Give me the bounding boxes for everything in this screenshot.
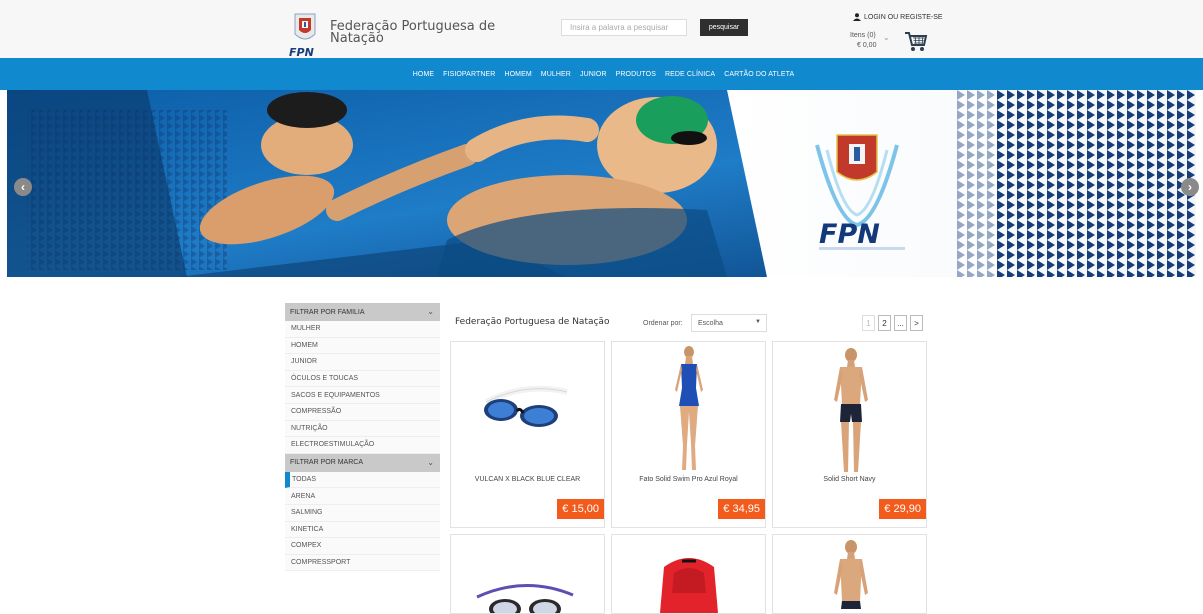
product-card[interactable] (772, 534, 927, 614)
filter-family-item[interactable]: NUTRIÇÃO (285, 420, 440, 438)
page-next-button[interactable]: > (910, 315, 923, 331)
site-title: Federação Portuguesa de Natação (330, 19, 496, 46)
product-name[interactable]: VULCAN X BLACK BLUE CLEAR (451, 476, 604, 483)
sort-label: Ordenar por: (643, 320, 683, 327)
login-link[interactable]: LOGIN OU REGISTE-SE (853, 13, 943, 21)
goggles-icon (476, 583, 574, 613)
chevron-down-icon[interactable]: ⌄ (427, 307, 434, 316)
filter-family-item[interactable]: JUNIOR (285, 354, 440, 371)
user-icon (853, 13, 861, 21)
nav-rede-clinica[interactable]: REDE CLÍNICA (665, 71, 715, 78)
filter-family-header[interactable]: FILTRAR POR FAMILIA ⌄ (285, 303, 440, 321)
product-card[interactable]: Solid Short Navy € 29,90 (772, 341, 927, 528)
sort-select[interactable]: Escolha ▼ (691, 314, 767, 332)
filter-family-item[interactable]: ELECTROESTIMULAÇÃO (285, 437, 440, 454)
goggles-icon (484, 385, 568, 427)
login-label: LOGIN OU REGISTE-SE (864, 13, 943, 21)
slider-prev-button[interactable]: ‹ (14, 178, 32, 196)
pagination: 1 2 ... > (862, 315, 923, 331)
swimsuit-icon (675, 346, 703, 470)
product-price: € 34,95 (718, 499, 765, 519)
hero-image: FPN (7, 90, 1196, 277)
fpn-logo[interactable]: FPN (287, 12, 323, 58)
filter-brand-item[interactable]: KINETICA (285, 521, 440, 539)
filter-brand-item[interactable]: SALMING (285, 504, 440, 522)
filter-brand-header[interactable]: FILTRAR POR MARCA ⌄ (285, 453, 440, 472)
filter-brand-title: FILTRAR POR MARCA (290, 459, 363, 467)
product-card[interactable] (450, 534, 605, 614)
product-card[interactable]: VULCAN X BLACK BLUE CLEAR € 15,00 (450, 341, 605, 528)
filter-brand-item[interactable]: COMPRESSPORT (285, 554, 440, 572)
nav-cartao-atleta[interactable]: CARTÃO DO ATLETA (724, 71, 794, 78)
filter-family-item[interactable]: COMPRESSÃO (285, 403, 440, 421)
chevron-down-icon[interactable]: ⌄ (427, 458, 434, 467)
filter-family-title: FILTRAR POR FAMILIA (290, 308, 365, 316)
search-input[interactable] (561, 19, 687, 36)
fpn-hero-logo-text: FPN (819, 219, 880, 250)
svg-text:FPN: FPN (289, 46, 314, 58)
cart-items: Itens (0) (850, 32, 876, 39)
content-title: Federação Portuguesa de Natação (455, 317, 610, 327)
filter-family-item[interactable]: MULHER (285, 321, 440, 338)
main-nav: HOME FISIOPARTNER HOMEM MULHER JUNIOR PR… (0, 58, 1203, 90)
product-card[interactable] (611, 534, 766, 614)
page-ellipsis-button[interactable]: ... (894, 315, 907, 331)
chevron-down-icon[interactable]: ⌄ (883, 33, 890, 42)
site-header: FPN Federação Portuguesa de Natação pesq… (0, 0, 1203, 58)
product-name[interactable]: Fato Solid Swim Pro Azul Royal (612, 476, 765, 483)
cart-total: € 0,00 (857, 42, 877, 49)
filter-brand-item[interactable]: ARENA (285, 488, 440, 505)
sort-value: Escolha (698, 319, 723, 327)
filter-brand-item-active[interactable]: TODAS (285, 471, 440, 489)
swimwear-model-icon (834, 540, 868, 609)
nav-homem[interactable]: HOMEM (504, 71, 531, 78)
backpack-icon (660, 558, 718, 613)
nav-produtos[interactable]: PRODUTOS (616, 71, 656, 78)
hero-banner[interactable]: FPN (7, 90, 1196, 277)
slider-next-button[interactable]: › (1181, 178, 1199, 196)
chevron-down-icon: ▼ (755, 319, 761, 325)
filter-family-item[interactable]: HOMEM (285, 337, 440, 355)
nav-fisiopartner[interactable]: FISIOPARTNER (443, 71, 495, 78)
filter-family-item[interactable]: SACOS E EQUIPAMENTOS (285, 387, 440, 404)
product-price: € 15,00 (557, 499, 604, 519)
cart-icon[interactable] (904, 31, 928, 53)
product-price: € 29,90 (879, 499, 926, 519)
filter-sidebar: FILTRAR POR FAMILIA ⌄ MULHER HOMEM JUNIO… (285, 303, 440, 572)
filter-family-item[interactable]: ÓCULOS E TOUCAS (285, 370, 440, 388)
search-button[interactable]: pesquisar (700, 19, 748, 36)
page-2-button[interactable]: 2 (878, 315, 891, 331)
nav-mulher[interactable]: MULHER (541, 71, 571, 78)
product-name[interactable]: Solid Short Navy (773, 476, 926, 483)
page-1-button[interactable]: 1 (862, 315, 875, 331)
swim-short-icon (834, 348, 868, 472)
nav-junior[interactable]: JUNIOR (580, 71, 607, 78)
product-card[interactable]: Fato Solid Swim Pro Azul Royal € 34,95 (611, 341, 766, 528)
cart-summary[interactable]: Itens (0) € 0,00 (850, 31, 876, 51)
filter-brand-item[interactable]: COMPEX (285, 538, 440, 555)
nav-home[interactable]: HOME (413, 71, 434, 78)
